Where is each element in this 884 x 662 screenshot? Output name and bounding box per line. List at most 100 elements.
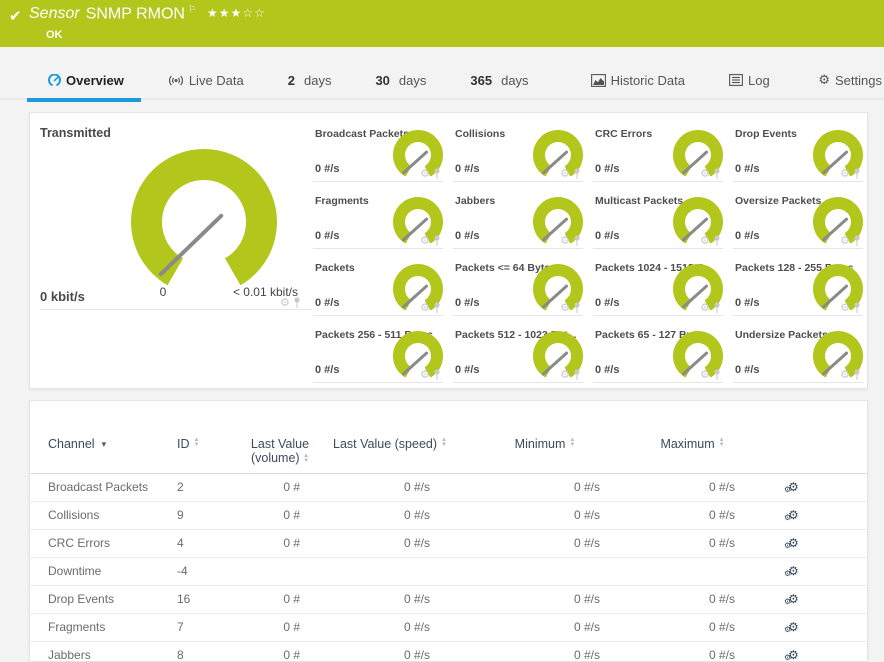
channel-value: 0 #/s: [315, 297, 340, 309]
table-row: Broadcast Packets 2 0 # 0 #/s 0 #/s 0 #/…: [30, 474, 867, 502]
channel-name: Fragments: [48, 620, 106, 634]
channel-settings-icon[interactable]: ⚙ ⚙: [784, 642, 799, 661]
pin-icon[interactable]: [853, 369, 861, 380]
gear-icon[interactable]: ⚙: [700, 168, 710, 179]
gear-icon[interactable]: ⚙: [560, 302, 570, 313]
page-title: Sensor SNMP RMON ⚐: [29, 5, 196, 23]
live-data-icon: [168, 75, 183, 85]
tab-live-data[interactable]: Live Data: [168, 73, 244, 88]
pin-icon[interactable]: [433, 235, 441, 246]
pin-icon[interactable]: [573, 168, 581, 179]
pin-icon[interactable]: [853, 168, 861, 179]
status-ok-check-icon: ✔: [9, 7, 22, 25]
pin-icon[interactable]: [433, 168, 441, 179]
mini-gauge-panel[interactable]: Packets 0 #/s ⚙: [313, 257, 443, 316]
gear-icon[interactable]: ⚙: [840, 369, 850, 380]
mini-gauge-panel[interactable]: Drop Events 0 #/s ⚙: [733, 123, 863, 182]
column-header-maximum[interactable]: Maximum ▲ ▼: [630, 437, 755, 451]
gear-icon[interactable]: ⚙: [280, 297, 290, 308]
channel-value: 0 #/s: [315, 230, 340, 242]
gear-icon[interactable]: ⚙: [560, 235, 570, 246]
mini-gauge-panel[interactable]: Broadcast Packets 0 #/s ⚙: [313, 123, 443, 182]
pin-icon[interactable]: [713, 302, 721, 313]
channel-settings-icon[interactable]: ⚙ ⚙: [784, 502, 799, 529]
minimum-value: 0 #/s: [573, 648, 600, 662]
tab-30-days[interactable]: 30 days: [375, 73, 426, 88]
mini-gauge-panel[interactable]: CRC Errors 0 #/s ⚙: [593, 123, 723, 182]
gear-icon[interactable]: ⚙: [840, 168, 850, 179]
channel-settings-icon[interactable]: ⚙ ⚙: [784, 530, 799, 557]
mini-gauge-panel[interactable]: Packets 256 - 511 Bytes 0 #/s ⚙: [313, 324, 443, 383]
pin-icon[interactable]: [713, 369, 721, 380]
tab-historic-data[interactable]: Historic Data: [590, 73, 685, 88]
channel-settings-icon[interactable]: ⚙ ⚙: [784, 474, 799, 501]
table-row: Jabbers 8 0 # 0 #/s 0 #/s 0 #/s ⚙ ⚙: [30, 642, 867, 662]
mini-gauge-panel[interactable]: Fragments 0 #/s ⚙: [313, 190, 443, 249]
primary-gauge[interactable]: [131, 149, 277, 295]
tab-bar: Overview Live Data 2 days 30 days 365 da…: [0, 62, 884, 102]
channel-value: 0 #/s: [735, 163, 760, 175]
gear-icon[interactable]: ⚙: [700, 235, 710, 246]
tab-overview[interactable]: Overview: [27, 73, 141, 102]
pin-icon[interactable]: [573, 369, 581, 380]
tab-365-days[interactable]: 365 days: [470, 73, 528, 88]
mini-gauge-panel[interactable]: Undersize Packets 0 #/s ⚙: [733, 324, 863, 383]
pin-icon[interactable]: [573, 302, 581, 313]
sensor-kind-label: Sensor: [29, 5, 80, 23]
gear-icon[interactable]: ⚙: [840, 235, 850, 246]
gear-icon[interactable]: ⚙: [560, 369, 570, 380]
gear-icon[interactable]: ⚙: [560, 168, 570, 179]
mini-gauge-panel[interactable]: Collisions 0 #/s ⚙: [453, 123, 583, 182]
chart-icon: [590, 73, 606, 87]
minimum-value: 0 #/s: [573, 480, 600, 494]
tab-log[interactable]: Log: [729, 73, 770, 88]
tab-2-days[interactable]: 2 days: [288, 73, 332, 88]
column-header-id[interactable]: ID ▲ ▼: [177, 437, 240, 451]
mini-gauge-panel[interactable]: Multicast Packets 0 #/s ⚙: [593, 190, 723, 249]
mini-gauge-panel[interactable]: Packets 128 - 255 Bytes 0 #/s ⚙: [733, 257, 863, 316]
last-value-volume: 0 #: [283, 620, 300, 634]
channel-value: 0 #/s: [455, 364, 480, 376]
pin-icon[interactable]: [433, 369, 441, 380]
gear-icon[interactable]: ⚙: [420, 369, 430, 380]
gear-icon[interactable]: ⚙: [700, 369, 710, 380]
column-header-channel[interactable]: Channel ▾: [48, 437, 177, 451]
pin-icon[interactable]: [713, 235, 721, 246]
mini-gauge-panel[interactable]: Oversize Packets 0 #/s ⚙: [733, 190, 863, 249]
channel-settings-icon[interactable]: ⚙ ⚙: [784, 586, 799, 613]
mini-gauge-panel[interactable]: Packets 512 - 1023 Byt... 0 #/s ⚙: [453, 324, 583, 383]
pin-icon[interactable]: [713, 168, 721, 179]
pin-icon[interactable]: [433, 302, 441, 313]
gear-icon[interactable]: ⚙: [420, 302, 430, 313]
column-header-last-value-volume[interactable]: Last Value (volume) ▲ ▼: [240, 437, 320, 465]
last-value-volume: 0 #: [283, 648, 300, 662]
channel-value: 0 #/s: [455, 230, 480, 242]
channel-table-panel: Channel ▾ ID ▲ ▼ Last Value (volume) ▲ ▼ L…: [29, 400, 868, 662]
last-value-speed: 0 #/s: [403, 536, 430, 550]
pin-icon[interactable]: [573, 235, 581, 246]
pin-icon[interactable]: [853, 235, 861, 246]
table-row: CRC Errors 4 0 # 0 #/s 0 #/s 0 #/s ⚙ ⚙: [30, 530, 867, 558]
channel-value: 0 #/s: [315, 163, 340, 175]
pin-icon[interactable]: [293, 297, 301, 308]
gear-icon[interactable]: ⚙: [840, 302, 850, 313]
channel-settings-icon[interactable]: ⚙ ⚙: [784, 558, 799, 585]
gear-icon[interactable]: ⚙: [420, 168, 430, 179]
priority-stars[interactable]: ★★★☆☆: [207, 6, 266, 20]
channel-value: 0 #/s: [595, 364, 620, 376]
sort-icon: ▲ ▼: [303, 453, 310, 464]
column-header-last-value-speed[interactable]: Last Value (speed) ▲ ▼: [320, 437, 460, 451]
tab-settings[interactable]: ⚙ Settings: [818, 73, 882, 88]
pin-icon[interactable]: [853, 302, 861, 313]
primary-channel-title: Transmitted: [40, 126, 111, 140]
column-header-minimum[interactable]: Minimum ▲ ▼: [460, 437, 630, 451]
channel-title: Oversize Packets: [735, 195, 822, 207]
mini-gauge-panel[interactable]: Packets <= 64 Byte 0 #/s ⚙: [453, 257, 583, 316]
mini-gauge-panel[interactable]: Packets 65 - 127 Bytes 0 #/s ⚙: [593, 324, 723, 383]
gear-icon[interactable]: ⚙: [700, 302, 710, 313]
channel-id: 2: [177, 480, 184, 494]
channel-settings-icon[interactable]: ⚙ ⚙: [784, 614, 799, 641]
mini-gauge-panel[interactable]: Packets 1024 - 1518 B... 0 #/s ⚙: [593, 257, 723, 316]
mini-gauge-panel[interactable]: Jabbers 0 #/s ⚙: [453, 190, 583, 249]
gear-icon[interactable]: ⚙: [420, 235, 430, 246]
